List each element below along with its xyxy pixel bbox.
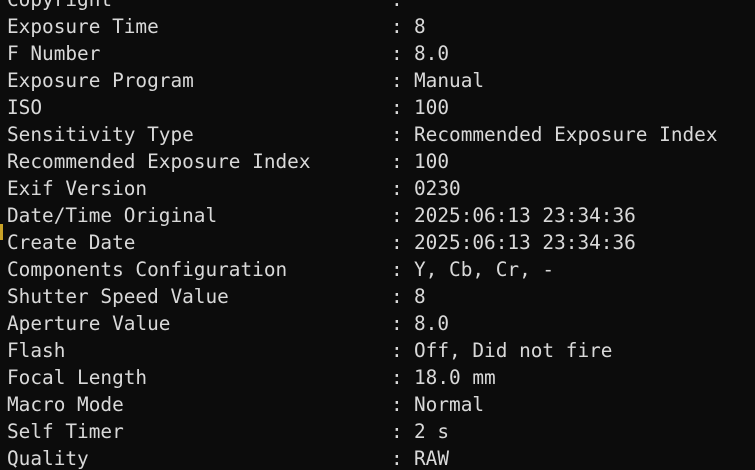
field-name: F Number xyxy=(7,42,101,65)
output-line: Exposure Program: Manual xyxy=(7,67,718,94)
field-value: 8 xyxy=(414,285,426,308)
separator: : xyxy=(391,150,403,173)
field-name: Focal Length xyxy=(7,366,148,389)
output-line: Copyright: xyxy=(7,0,718,13)
separator: : xyxy=(391,447,403,470)
exif-output: Copyright: Exposure Time:8 F Number:8.0 … xyxy=(7,0,718,470)
field-value: 2025:06:13 23:34:36 xyxy=(414,231,636,254)
output-line: Quality: RAW xyxy=(7,445,718,470)
field-name: Shutter Speed Value xyxy=(7,285,229,308)
separator: : xyxy=(391,204,403,227)
field-value: Normal xyxy=(414,393,485,416)
separator: : xyxy=(391,339,403,362)
output-line: Self Timer:2 s xyxy=(7,418,718,445)
output-line: Aperture Value:8.0 xyxy=(7,310,718,337)
separator: : xyxy=(391,42,403,65)
field-name: Components Configuration xyxy=(7,258,288,281)
separator: : xyxy=(391,312,403,335)
field-value: Y, Cb, Cr, - xyxy=(414,258,555,281)
gutter-marker xyxy=(0,224,3,240)
separator: : xyxy=(391,366,403,389)
field-value: 0230 xyxy=(414,177,461,200)
separator: : xyxy=(391,285,403,308)
output-line: Shutter Speed Value:8 xyxy=(7,283,718,310)
separator: : xyxy=(391,69,403,92)
field-value: 8 xyxy=(414,15,426,38)
output-line: ISO:100 xyxy=(7,94,718,121)
field-name: Date/Time Original xyxy=(7,204,218,227)
field-name: Exposure Program xyxy=(7,69,194,92)
output-line: F Number:8.0 xyxy=(7,40,718,67)
separator: : xyxy=(391,96,403,119)
separator: : xyxy=(391,420,403,443)
field-name: Self Timer xyxy=(7,420,124,443)
field-value: 2025:06:13 23:34:36 xyxy=(414,204,636,227)
field-name: Aperture Value xyxy=(7,312,171,335)
separator: : xyxy=(391,177,403,200)
separator: : xyxy=(391,393,403,416)
separator: : xyxy=(391,123,403,146)
field-name: Exposure Time xyxy=(7,15,159,38)
output-line: Macro Mode: Normal xyxy=(7,391,718,418)
field-name: Sensitivity Type xyxy=(7,123,194,146)
output-line: Focal Length:18.0 mm xyxy=(7,364,718,391)
field-value: 8.0 xyxy=(414,42,450,65)
separator: : xyxy=(391,0,414,13)
output-line: Exposure Time:8 xyxy=(7,13,718,40)
field-name: Copyright xyxy=(7,0,391,13)
field-value: 8.0 xyxy=(414,312,450,335)
output-line: Create Date:2025:06:13 23:34:36 xyxy=(7,229,718,256)
field-value: Recommended Exposure Index xyxy=(414,123,718,146)
field-name: Create Date xyxy=(7,231,136,254)
field-value: Manual xyxy=(414,69,485,92)
field-name: Quality xyxy=(7,447,89,470)
output-line: Components Configuration: Y, Cb, Cr, - xyxy=(7,256,718,283)
field-value: 100 xyxy=(414,150,450,173)
output-line: Sensitivity Type: Recommended Exposure In… xyxy=(7,121,718,148)
field-name: Exif Version xyxy=(7,177,148,200)
output-line: Exif Version:0230 xyxy=(7,175,718,202)
field-name: Macro Mode xyxy=(7,393,124,416)
output-line: Date/Time Original:2025:06:13 23:34:36 xyxy=(7,202,718,229)
field-value: 2 s xyxy=(414,420,450,443)
separator: : xyxy=(391,258,403,281)
terminal-window[interactable]: Copyright: Exposure Time:8 F Number:8.0 … xyxy=(0,0,755,470)
field-name: Flash xyxy=(7,339,66,362)
output-line: Recommended Exposure Index:100 xyxy=(7,148,718,175)
separator: : xyxy=(391,15,403,38)
field-value: RAW xyxy=(414,447,450,470)
separator: : xyxy=(391,231,403,254)
output-line: Flash: Off, Did not fire xyxy=(7,337,718,364)
field-name: Recommended Exposure Index xyxy=(7,150,311,173)
field-value: 100 xyxy=(414,96,450,119)
field-value: 18.0 mm xyxy=(414,366,496,389)
field-name: ISO xyxy=(7,96,43,119)
field-value: Off, Did not fire xyxy=(414,339,613,362)
